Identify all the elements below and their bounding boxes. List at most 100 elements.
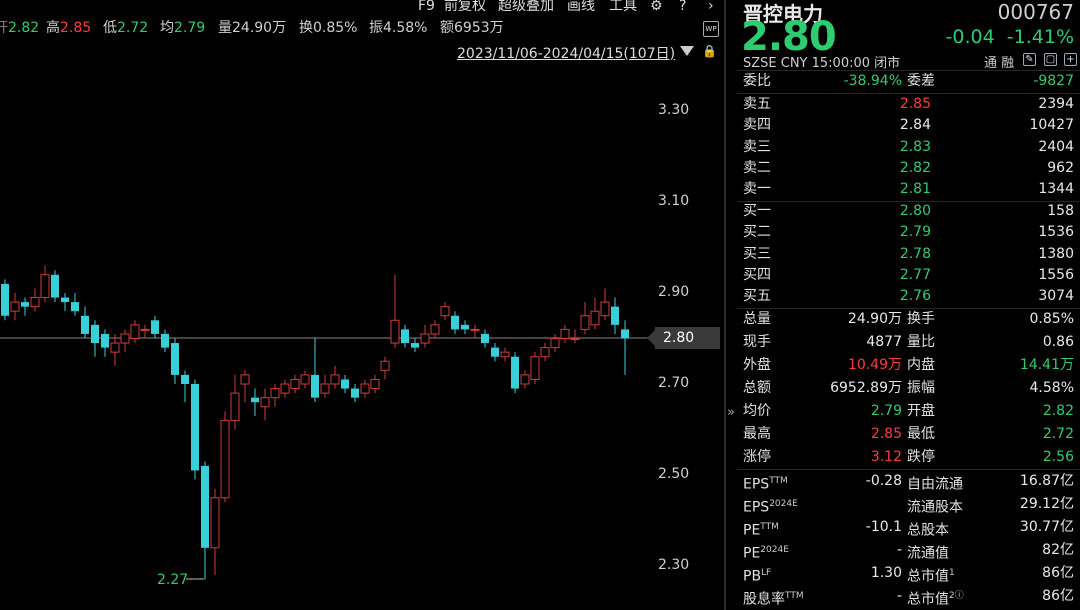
- candle-body: [341, 379, 349, 389]
- stat-label: 跌停: [907, 449, 935, 465]
- fund-label: 股息率TTM: [743, 585, 804, 610]
- asks-volume: 2404: [1038, 138, 1074, 155]
- candle-body: [110, 342, 120, 353]
- bids-volume: 158: [1047, 203, 1074, 219]
- fund-label-sup: 2ⓘ: [949, 591, 964, 601]
- bids-volume: 1556: [1038, 266, 1074, 283]
- fundamental-row: EPSTTM -0.28 自由流通 16.87亿: [737, 470, 1080, 493]
- add-icon[interactable]: +: [1064, 53, 1077, 66]
- candle-body: [10, 301, 20, 312]
- asks-label: 卖三: [743, 138, 771, 155]
- stat-value: 10.49万: [847, 357, 902, 373]
- asks-row[interactable]: 卖五 2.85 2394: [737, 93, 1080, 115]
- bids-row[interactable]: 买五 2.76 3074: [737, 285, 1080, 307]
- fundamental-row: EPS2024E 流通股本 29.12亿: [737, 493, 1080, 516]
- fund-label-text: 自由流通: [907, 476, 963, 493]
- candle-body: [151, 320, 159, 334]
- fund-label-text: PE: [743, 545, 761, 562]
- low-marker-label: 2.27: [157, 572, 188, 588]
- bids-row[interactable]: 买三 2.78 1380: [737, 243, 1080, 265]
- candle-body: [270, 388, 280, 399]
- candle-body: [201, 465, 209, 548]
- fund-label-text: 股息率: [743, 591, 785, 608]
- fundamental-row: PE2024E - 流通值 82亿: [737, 539, 1080, 562]
- market-meta: SZSE CNY 15:00:00 闭市: [743, 56, 901, 71]
- bids-label: 买四: [743, 266, 771, 283]
- collapse-arrow-icon[interactable]: »: [727, 405, 735, 420]
- candle-body: [280, 383, 290, 394]
- fund-label-sup: 2024E: [769, 499, 798, 509]
- asks-row[interactable]: 卖三 2.83 2404: [737, 136, 1080, 158]
- stat-value: 24.90万: [847, 311, 902, 327]
- bids-label: 买三: [743, 245, 771, 262]
- fund-label: 总市值2ⓘ: [907, 585, 964, 610]
- fund-value: 1.30: [870, 565, 902, 581]
- asks-row[interactable]: 卖二 2.82 962: [737, 157, 1080, 179]
- bids-volume: 3074: [1038, 288, 1074, 305]
- stat-value: 4877: [866, 334, 902, 350]
- axis-tick: 3.10: [658, 193, 690, 209]
- panel-divider[interactable]: [724, 0, 726, 610]
- candlestick-chart[interactable]: 2.27: [0, 0, 655, 610]
- fund-label: 自由流通: [907, 470, 963, 496]
- fund-value: 86亿: [1042, 588, 1074, 604]
- quote-panel: 晋控电力 000767 2.80 -0.04 -1.41% SZSE CNY 1…: [737, 0, 1080, 610]
- fund-label: PE2024E: [743, 539, 789, 565]
- fund-label-text: EPS: [743, 476, 770, 493]
- edit-icon[interactable]: ✎: [1023, 53, 1036, 66]
- fund-label-text: PB: [743, 568, 762, 585]
- stat-label: 外盘: [743, 357, 771, 373]
- fund-label: PBLF: [743, 562, 771, 588]
- axis-tick: 2.70: [658, 375, 690, 391]
- asks-price: 2.84: [899, 117, 931, 134]
- candle-body: [71, 302, 79, 312]
- candle-body: [461, 324, 469, 330]
- candle-body: [191, 384, 199, 471]
- asks-volume: 2394: [1038, 96, 1074, 112]
- bids-row[interactable]: 买四 2.77 1556: [737, 264, 1080, 286]
- candle-body: [311, 374, 319, 398]
- bids-label: 买五: [743, 288, 771, 305]
- tong-rong: 通 融: [984, 56, 1015, 71]
- stat-value: 2.79: [870, 403, 902, 419]
- stat-label: 现手: [743, 334, 771, 350]
- candle-body: [560, 328, 570, 339]
- candle-body: [351, 388, 359, 398]
- stats-row: 现手 4877 量比 0.86: [737, 331, 1080, 353]
- window-icon[interactable]: ▢: [1044, 53, 1057, 66]
- price-change: -0.04 -1.41%: [946, 26, 1074, 48]
- fund-label-text: EPS: [743, 499, 770, 516]
- asks-row[interactable]: 卖四 2.84 10427: [737, 114, 1080, 136]
- candle-body: [300, 374, 310, 385]
- asks-row[interactable]: 卖一 2.81 1344: [737, 178, 1080, 200]
- candle-body: [81, 315, 89, 334]
- stat-label: 开盘: [907, 403, 935, 419]
- stat-label: 总量: [743, 311, 771, 327]
- price-axis: 3.30 3.10 2.90 2.70 2.50 2.30 2.80: [647, 0, 725, 610]
- fund-value: -0.28: [865, 473, 902, 489]
- candle-body: [330, 374, 340, 385]
- fund-label-text: 总股本: [907, 522, 949, 539]
- stat-value: 2.85: [870, 426, 902, 442]
- bids-row[interactable]: 买一 2.80 158: [737, 200, 1080, 222]
- stat-value: 4.58%: [1029, 380, 1074, 396]
- candle-body: [491, 347, 499, 357]
- change-pct: -1.41%: [1006, 26, 1074, 48]
- candle-body: [621, 329, 629, 339]
- candle-body: [370, 378, 380, 390]
- bids-row[interactable]: 买二 2.79 1536: [737, 221, 1080, 243]
- candle-body: [260, 397, 270, 408]
- fund-value: 16.87亿: [1019, 473, 1074, 489]
- candle-body: [380, 360, 390, 371]
- candle-body: [430, 324, 440, 335]
- candle-body: [511, 356, 519, 389]
- fund-value: 82亿: [1042, 542, 1074, 558]
- candle-body: [251, 397, 259, 403]
- axis-tick: 2.90: [658, 284, 690, 300]
- candle-body: [420, 333, 430, 344]
- fund-label-text: PE: [743, 522, 761, 539]
- candle-body: [470, 328, 480, 331]
- bids-price: 2.76: [899, 288, 931, 305]
- change-value: -0.04: [945, 26, 995, 48]
- fund-label: 总市值1: [907, 562, 955, 588]
